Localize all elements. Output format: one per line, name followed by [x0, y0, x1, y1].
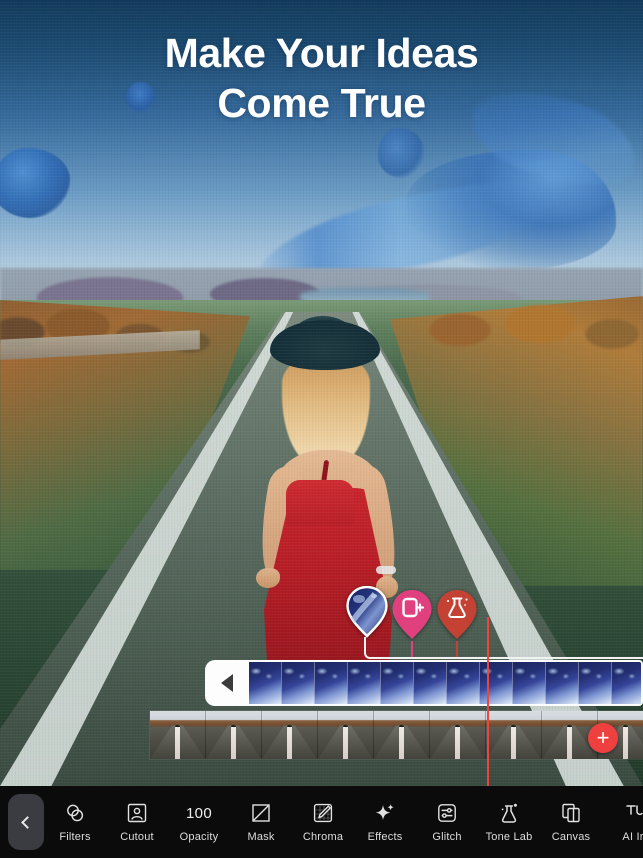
tool-label: Cutout — [120, 831, 154, 843]
playhead-indicator[interactable] — [487, 617, 489, 786]
filmstrip-frame — [447, 662, 480, 704]
collapse-left-arrow-icon — [221, 674, 233, 692]
base-video-track[interactable] — [150, 711, 643, 759]
effects-icon — [373, 801, 397, 825]
ai-icon — [621, 801, 643, 825]
frame-subject-dot — [454, 725, 461, 731]
mask-icon — [249, 801, 273, 825]
filmstrip-frame — [150, 711, 206, 759]
tool-label: Tone Lab — [485, 831, 533, 843]
frame-subject-dot — [342, 725, 349, 731]
tool-cutout[interactable]: Cutout — [106, 786, 168, 858]
frame-subject-dot — [510, 725, 517, 731]
tool-label: Chroma — [302, 831, 344, 843]
canvas-icon — [559, 801, 583, 825]
layer-thumbnail-pin[interactable] — [345, 585, 389, 643]
frame-subject-dot — [286, 725, 293, 731]
chroma-icon — [311, 801, 335, 825]
filmstrip-frame — [206, 711, 262, 759]
tool-label: Effects — [367, 831, 403, 843]
filmstrip-frame — [282, 662, 315, 704]
tool-label: Glitch — [432, 831, 462, 843]
tool-opacity[interactable]: 100 Opacity — [168, 786, 230, 858]
frame-subject-dot — [398, 725, 405, 731]
tool-tone-lab[interactable]: Tone Lab — [478, 786, 540, 858]
tool-glitch[interactable]: Glitch — [416, 786, 478, 858]
tool-effects[interactable]: Effects — [354, 786, 416, 858]
frame-subject-dot — [622, 725, 629, 731]
frame-subject-dot — [230, 725, 237, 731]
frame-subject-dot — [566, 725, 573, 731]
pin-shape — [392, 590, 432, 639]
tool-list: Filters Cutout 100 Opacity Mask Chroma E… — [44, 786, 643, 858]
pin-shape — [346, 585, 388, 638]
filmstrip-frame — [430, 711, 486, 759]
tool-ai[interactable]: AI Ir — [602, 786, 643, 858]
chevron-left-icon — [21, 815, 34, 829]
filmstrip-frame — [315, 662, 348, 704]
filmstrip-frame — [262, 711, 318, 759]
pin-shape — [437, 590, 477, 639]
tone-lab-icon — [497, 801, 521, 825]
tool-canvas[interactable]: Canvas — [540, 786, 602, 858]
filmstrip-frame — [348, 662, 381, 704]
opacity-value: 100 — [186, 804, 212, 822]
cutout-icon — [125, 801, 149, 825]
back-button[interactable] — [8, 794, 44, 850]
filmstrip-frame — [374, 711, 430, 759]
filmstrip-frame — [486, 711, 542, 759]
filmstrip-frame — [414, 662, 447, 704]
filmstrip-frame — [579, 662, 612, 704]
filmstrip-frame — [546, 662, 579, 704]
ink-filmstrip[interactable] — [249, 660, 643, 706]
ink-overlay-track[interactable] — [205, 660, 643, 706]
photo-editor-app: Make Your Ideas Come True + Filters Cuto… — [0, 0, 643, 858]
tool-label: Filters — [59, 831, 91, 843]
filmstrip-frame — [381, 662, 414, 704]
tool-filters[interactable]: Filters — [44, 786, 106, 858]
filmstrip-frame — [249, 662, 282, 704]
filmstrip-frame — [513, 662, 546, 704]
canvas-preview[interactable]: Make Your Ideas Come True + — [0, 0, 643, 786]
filters-icon — [63, 801, 87, 825]
frame-subject-dot — [174, 725, 181, 731]
tool-chroma[interactable]: Chroma — [292, 786, 354, 858]
bottom-toolbar: Filters Cutout 100 Opacity Mask Chroma E… — [0, 786, 643, 858]
tool-mask[interactable]: Mask — [230, 786, 292, 858]
add-clip-button[interactable]: + — [588, 723, 618, 753]
tool-label: AI Ir — [622, 831, 643, 843]
filmstrip-frame — [318, 711, 374, 759]
filmstrip-frame — [612, 662, 641, 704]
track-collapse-handle[interactable] — [205, 660, 249, 706]
pin-connector-bracket — [364, 637, 643, 659]
filmstrip-frame — [480, 662, 513, 704]
tool-label: Canvas — [551, 831, 591, 843]
tool-label: Opacity — [179, 831, 219, 843]
tool-label: Mask — [247, 831, 275, 843]
glitch-icon — [435, 801, 459, 825]
